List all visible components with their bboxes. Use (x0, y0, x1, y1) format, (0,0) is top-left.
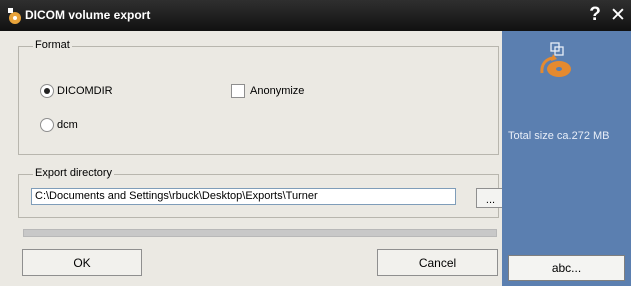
format-group: Format DICOMDIR dcm Anonymize (18, 39, 499, 155)
export-directory-label: Export directory (33, 167, 115, 179)
radio-selected-dot (44, 88, 50, 94)
browse-button[interactable]: ... (476, 188, 505, 208)
dicom-app-icon (8, 8, 21, 24)
export-directory-group: Export directory ... (18, 167, 505, 218)
dcm-radio[interactable] (40, 118, 54, 132)
dicomdir-radio[interactable] (40, 84, 54, 98)
side-panel: Total size ca.272 MB abc... (502, 31, 631, 286)
format-group-label: Format (33, 39, 72, 51)
progress-bar (23, 229, 497, 237)
dcm-label: dcm (57, 119, 78, 131)
total-size-label: Total size ca.272 MB (508, 130, 610, 142)
abc-button[interactable]: abc... (508, 255, 625, 281)
cancel-button[interactable]: Cancel (377, 249, 498, 276)
help-icon[interactable]: ? (583, 3, 607, 27)
anonymize-checkbox[interactable] (231, 84, 245, 98)
close-icon[interactable]: ✕ (606, 3, 630, 27)
disc-export-icon (540, 42, 571, 77)
window-title: DICOM volume export (25, 8, 151, 22)
dicomdir-label: DICOMDIR (57, 85, 113, 97)
export-path-input[interactable] (31, 188, 456, 205)
title-bar[interactable]: DICOM volume export ? ✕ (0, 0, 631, 31)
ok-button[interactable]: OK (22, 249, 142, 276)
dicom-export-dialog: DICOM volume export ? ✕ Format DICOMDIR … (0, 0, 631, 286)
anonymize-label: Anonymize (250, 85, 305, 97)
